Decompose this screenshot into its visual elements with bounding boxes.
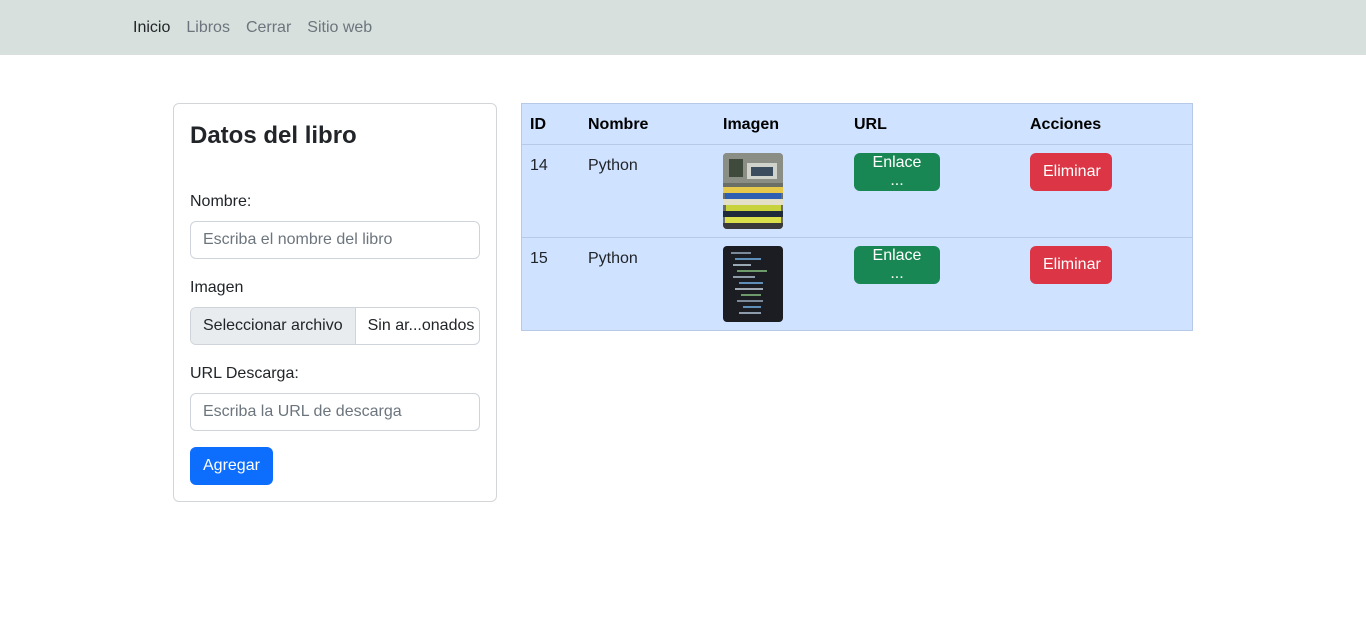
row-nombre: Python (588, 157, 638, 174)
header-id: ID (530, 116, 546, 133)
file-status-text: Sin ar...onados (367, 317, 475, 334)
books-table: ID Nombre Imagen URL Acciones 14 Python (521, 103, 1193, 331)
eliminar-button[interactable]: Eliminar (1030, 246, 1112, 284)
nav-link-sitio-web[interactable]: Sitio web (307, 19, 372, 37)
header-imagen: Imagen (723, 116, 780, 133)
book-cover-image (723, 153, 783, 229)
header-acciones: Acciones (1030, 116, 1102, 133)
book-stack-photo-icon (723, 153, 783, 229)
enlace-button[interactable]: Enlace ... (854, 153, 940, 191)
row-divider (522, 144, 1192, 145)
card-title: Datos del libro (190, 122, 357, 149)
eliminar-button[interactable]: Eliminar (1030, 153, 1112, 191)
book-form-card: Datos del libro Nombre: Imagen Seleccion… (173, 103, 497, 502)
navbar: Inicio Libros Cerrar Sitio web (0, 0, 1366, 55)
code-screen-photo-icon (723, 246, 783, 322)
nav-link-libros[interactable]: Libros (186, 19, 230, 37)
imagen-label: Imagen (190, 279, 244, 296)
nav-links: Inicio Libros Cerrar Sitio web (133, 0, 388, 55)
row-divider (522, 237, 1192, 238)
imagen-file-input[interactable]: Seleccionar archivo Sin ar...onados (190, 307, 480, 345)
agregar-button[interactable]: Agregar (190, 447, 273, 485)
row-id: 15 (530, 250, 548, 267)
enlace-button[interactable]: Enlace ... (854, 246, 940, 284)
row-id: 14 (530, 157, 548, 174)
header-nombre: Nombre (588, 116, 649, 133)
nombre-label: Nombre: (190, 193, 252, 210)
row-nombre: Python (588, 250, 638, 267)
file-select-button[interactable]: Seleccionar archivo (191, 308, 356, 344)
url-label: URL Descarga: (190, 365, 299, 382)
header-url: URL (854, 116, 887, 133)
book-cover-image (723, 246, 783, 322)
nav-link-inicio[interactable]: Inicio (133, 19, 170, 37)
url-input[interactable] (190, 393, 480, 431)
nav-link-cerrar[interactable]: Cerrar (246, 19, 291, 37)
nombre-input[interactable] (190, 221, 480, 259)
